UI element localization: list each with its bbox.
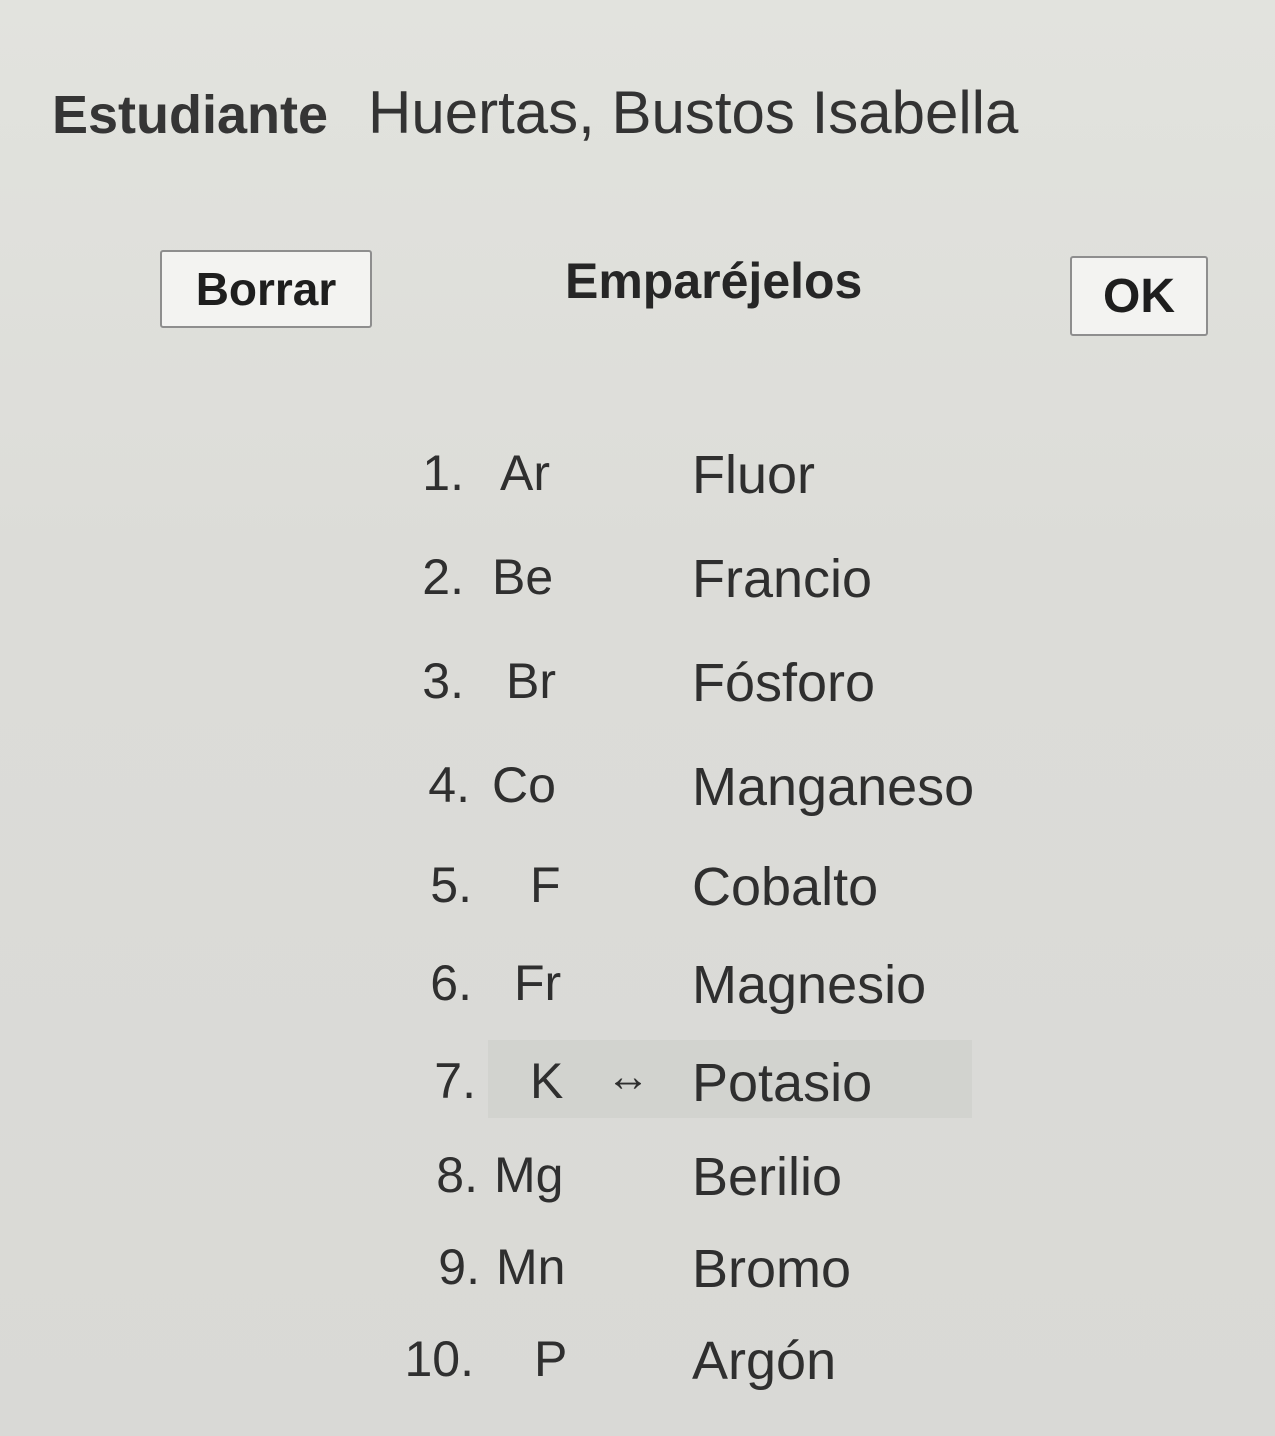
element-symbol[interactable]: Mn [496,1238,565,1296]
element-symbol[interactable]: Br [506,652,556,710]
element-name[interactable]: Bromo [692,1238,851,1300]
item-number: 10. [404,1331,474,1387]
element-name[interactable]: Berilio [692,1146,842,1208]
student-header: Estudiante Huertas, Bustos Isabella [52,78,1018,147]
item-number: 5. [430,857,472,913]
element-symbol[interactable]: Fr [514,954,561,1012]
element-name[interactable]: Manganeso [692,756,974,818]
instruction-title: Emparéjelos [565,253,863,309]
item-number: 8. [436,1147,478,1203]
item-number: 4. [428,757,470,813]
match-row: 6. Fr Magnesio [0,954,1275,1034]
item-number: 3. [422,653,464,709]
element-symbol[interactable]: Be [492,548,553,606]
element-symbol[interactable]: Mg [494,1146,563,1204]
element-symbol[interactable]: F [530,856,561,914]
element-name[interactable]: Magnesio [692,954,926,1016]
item-number: 7. [434,1053,476,1109]
element-symbol[interactable]: Co [492,756,556,814]
item-number: 9. [438,1239,480,1295]
student-name: Huertas, Bustos Isabella [368,79,1019,146]
match-connector-icon: ↔ [606,1052,650,1101]
student-label: Estudiante [52,85,329,145]
match-row: 1. Ar Fluor [0,444,1275,524]
element-name[interactable]: Francio [692,548,872,610]
element-symbol[interactable]: Ar [500,444,550,502]
ok-button[interactable]: OK [1070,256,1208,336]
match-row: 4. Co Manganeso [0,756,1275,836]
item-number: 6. [430,955,472,1011]
element-name[interactable]: Potasio [692,1052,872,1114]
element-name[interactable]: Fluor [692,444,815,506]
match-row: 5. F Cobalto [0,856,1275,936]
element-name[interactable]: Argón [692,1330,836,1392]
element-name[interactable]: Cobalto [692,856,878,918]
match-row: 9. Mn Bromo [0,1238,1275,1318]
match-row: 10. P Argón [0,1330,1275,1410]
match-row-selected: 7. K ↔ Potasio [0,1052,1275,1132]
element-symbol[interactable]: P [534,1330,567,1388]
element-symbol[interactable]: K [530,1052,563,1110]
item-number: 2. [422,549,464,605]
element-name[interactable]: Fósforo [692,652,875,714]
match-row: 2. Be Francio [0,548,1275,628]
match-row: 3. Br Fósforo [0,652,1275,732]
match-row: 8. Mg Berilio [0,1146,1275,1226]
clear-button[interactable]: Borrar [160,250,372,328]
item-number: 1. [422,445,464,501]
